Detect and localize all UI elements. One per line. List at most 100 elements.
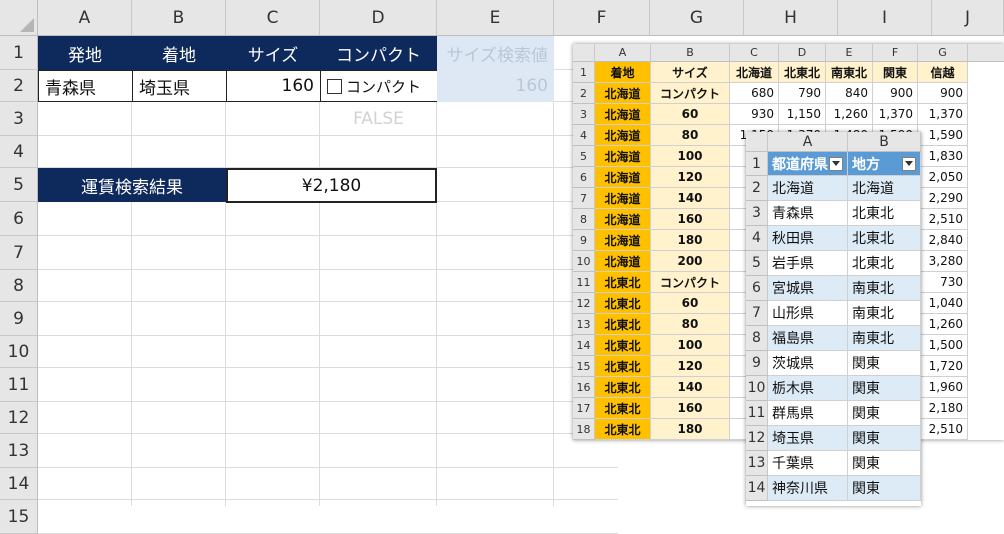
rate-table-cell[interactable]: 北東北 (595, 293, 651, 314)
rate-table-cell[interactable]: 180 (651, 230, 730, 251)
rate-row-header-7[interactable]: 7 (573, 188, 595, 209)
size-search-value-cell[interactable]: 160 (437, 70, 554, 102)
rate-table-cell[interactable]: 北海道 (595, 125, 651, 146)
rate-table-cell[interactable]: 1,960 (918, 377, 968, 398)
rate-row-header-1[interactable]: 1 (573, 62, 595, 83)
pref-name-cell[interactable]: 埼玉県 (768, 426, 848, 451)
pref-row-header[interactable]: 7 (746, 301, 768, 326)
pref-header-cell[interactable]: 都道府県 (768, 152, 848, 176)
row-header-1[interactable]: 1 (0, 36, 38, 70)
pref-region-cell[interactable]: 北東北 (848, 226, 921, 251)
to-value-cell[interactable]: 埼玉県 (132, 70, 227, 102)
rate-row-header-15[interactable]: 15 (573, 356, 595, 377)
row-header-8[interactable]: 8 (0, 270, 38, 302)
rate-table-cell[interactable]: 680 (730, 83, 779, 104)
rate-table-cell[interactable]: 北海道 (595, 83, 651, 104)
pref-region-cell[interactable]: 関東 (848, 351, 921, 376)
rate-row-header-9[interactable]: 9 (573, 230, 595, 251)
rate-header-cell[interactable]: 北海道 (730, 62, 779, 83)
pref-name-cell[interactable]: 宮城県 (768, 276, 848, 301)
rate-table-cell[interactable]: コンパクト (651, 272, 730, 293)
header-size-search[interactable]: サイズ検索値 (437, 36, 554, 70)
rate-table-cell[interactable]: 2,180 (918, 398, 968, 419)
row-header-9[interactable]: 9 (0, 302, 38, 336)
row-header-3[interactable]: 3 (0, 102, 38, 136)
pref-region-cell[interactable]: 関東 (848, 401, 921, 426)
rate-row-header-16[interactable]: 16 (573, 377, 595, 398)
pref-row-header[interactable]: 14 (746, 476, 768, 501)
rate-col-header-c[interactable]: C (730, 44, 779, 62)
rate-table-cell[interactable]: 2,290 (918, 188, 968, 209)
column-header-i[interactable]: I (838, 0, 932, 36)
pref-row-header[interactable]: 8 (746, 326, 768, 351)
row-header-15[interactable]: 15 (0, 500, 38, 534)
rate-table-cell[interactable]: 北東北 (595, 314, 651, 335)
rate-header-cell[interactable]: 北東北 (779, 62, 826, 83)
rate-row-header-8[interactable]: 8 (573, 209, 595, 230)
pref-row-header[interactable]: 1 (746, 152, 768, 176)
rate-table-cell[interactable]: 100 (651, 335, 730, 356)
pref-region-cell[interactable]: 関東 (848, 426, 921, 451)
rate-row-header-6[interactable]: 6 (573, 167, 595, 188)
rate-table-cell[interactable]: 北東北 (595, 377, 651, 398)
result-label-cell[interactable]: 運賃検索結果 (38, 168, 226, 202)
size-value-cell[interactable]: 160 (226, 70, 321, 102)
pref-name-cell[interactable]: 茨城県 (768, 351, 848, 376)
rate-header-cell[interactable]: 着地 (595, 62, 651, 83)
compact-checkbox[interactable] (327, 78, 342, 94)
column-header-a[interactable]: A (38, 0, 132, 36)
pref-row-header[interactable]: 3 (746, 201, 768, 226)
rate-row-header-14[interactable]: 14 (573, 335, 595, 356)
rate-table-cell[interactable]: 140 (651, 188, 730, 209)
rate-table-cell[interactable]: 北海道 (595, 230, 651, 251)
pref-name-cell[interactable]: 岩手県 (768, 251, 848, 276)
rate-col-header-partial[interactable] (968, 44, 1004, 62)
pref-region-cell[interactable]: 南東北 (848, 301, 921, 326)
row-header-13[interactable]: 13 (0, 434, 38, 468)
rate-table-cell[interactable]: 900 (918, 83, 968, 104)
rate-table-cell[interactable]: 北東北 (595, 272, 651, 293)
rate-table-cell[interactable]: 2,050 (918, 167, 968, 188)
compact-flag-cell[interactable]: FALSE (320, 102, 437, 136)
row-header-14[interactable]: 14 (0, 468, 38, 500)
rate-table-cell[interactable]: 160 (651, 209, 730, 230)
rate-table-cell[interactable]: 1,720 (918, 356, 968, 377)
header-to[interactable]: 着地 (132, 36, 226, 70)
pref-name-cell[interactable]: 群馬県 (768, 401, 848, 426)
rate-row-header-11[interactable]: 11 (573, 272, 595, 293)
rate-table-cell[interactable]: 790 (779, 83, 826, 104)
pref-region-cell[interactable]: 南東北 (848, 326, 921, 351)
from-value-cell[interactable]: 青森県 (38, 70, 133, 102)
pref-region-cell[interactable]: 関東 (848, 451, 921, 476)
pref-region-cell[interactable]: 北海道 (848, 176, 921, 201)
rate-col-header-b[interactable]: B (651, 44, 730, 62)
rate-table-cell[interactable]: 2,510 (918, 209, 968, 230)
column-header-c[interactable]: C (226, 0, 320, 36)
pref-region-cell[interactable]: 南東北 (848, 276, 921, 301)
pref-row-header[interactable]: 10 (746, 376, 768, 401)
rate-table-cell[interactable]: 140 (651, 377, 730, 398)
filter-dropdown-icon[interactable] (829, 156, 843, 171)
rate-table-cell[interactable]: 1,830 (918, 146, 968, 167)
pref-row-header[interactable]: 13 (746, 451, 768, 476)
pref-name-cell[interactable]: 千葉県 (768, 451, 848, 476)
region-header-cell[interactable]: 地方 (848, 152, 921, 176)
rate-table-cell[interactable]: 900 (873, 83, 918, 104)
pref-row-header[interactable]: 4 (746, 226, 768, 251)
rate-row-header-17[interactable]: 17 (573, 398, 595, 419)
pref-name-cell[interactable]: 北海道 (768, 176, 848, 201)
pref-name-cell[interactable]: 秋田県 (768, 226, 848, 251)
rate-table-cell[interactable]: 1,590 (918, 125, 968, 146)
rate-table-cell[interactable]: 180 (651, 419, 730, 440)
rate-table-cell[interactable]: 80 (651, 125, 730, 146)
row-header-6[interactable]: 6 (0, 202, 38, 236)
pref-sheet-corner[interactable] (746, 132, 768, 152)
filter-dropdown-icon[interactable] (902, 156, 916, 171)
row-header-2[interactable]: 2 (0, 70, 38, 102)
column-header-j[interactable]: J (932, 0, 1004, 36)
rate-table-cell[interactable]: 840 (826, 83, 873, 104)
rate-row-header-12[interactable]: 12 (573, 293, 595, 314)
rate-table-cell[interactable]: 北海道 (595, 146, 651, 167)
pref-name-cell[interactable]: 神奈川県 (768, 476, 848, 501)
rate-table-cell[interactable]: 1,040 (918, 293, 968, 314)
